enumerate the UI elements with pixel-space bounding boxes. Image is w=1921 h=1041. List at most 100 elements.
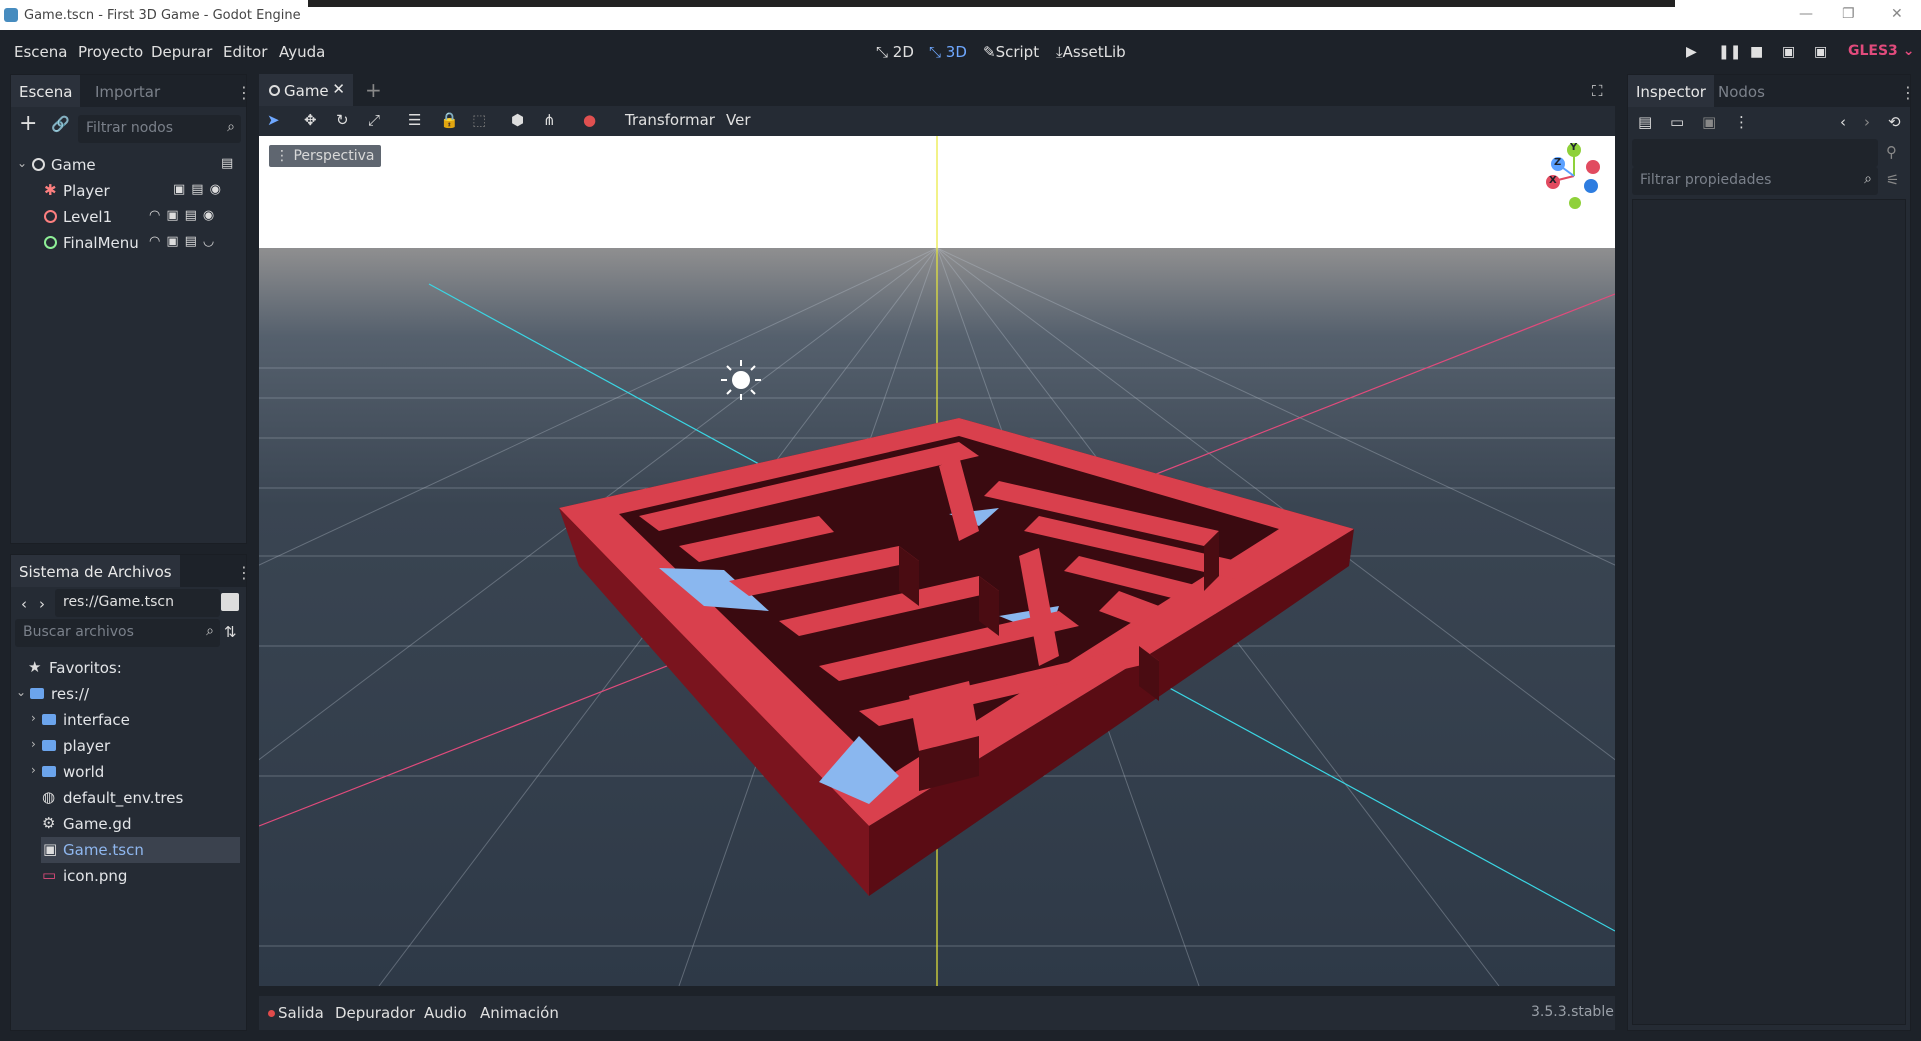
new-resource-icon[interactable]: ▤ (1638, 113, 1652, 131)
workspace-3d[interactable]: ⤡ 3D (929, 43, 967, 61)
tab-animacion[interactable]: Animación (480, 1004, 559, 1022)
fs-game-gd[interactable]: ⚙ Game.gd (11, 811, 246, 837)
tab-filesystem[interactable]: Sistema de Archivos (11, 555, 180, 587)
play-scene-icon[interactable]: ▣ (1782, 44, 1795, 60)
select-tool-icon[interactable]: ➤ (267, 111, 280, 129)
forward-icon[interactable]: › (39, 595, 45, 613)
bottom-panel-bar: Salida Depurador Audio Animación 3.5.3.s… (259, 996, 1615, 1030)
snap-icon[interactable]: ⋔ (543, 111, 556, 129)
fs-icon-png[interactable]: ▭ icon.png (11, 863, 246, 889)
distraction-free-icon[interactable]: ⛶ (1592, 82, 1603, 100)
object-properties-icon[interactable]: ⚲ (1886, 143, 1897, 161)
tab-importar[interactable]: Importar (87, 75, 168, 107)
tab-audio[interactable]: Audio (424, 1004, 467, 1022)
tab-depurador[interactable]: Depurador (335, 1004, 415, 1022)
inspector-body (1632, 199, 1906, 1025)
tree-row-level1[interactable]: Level1 ◠▣▤◉ (11, 204, 246, 230)
sort-icon[interactable]: ⇅ (224, 623, 237, 641)
dock-menu-icon[interactable]: ⋮ (236, 83, 252, 102)
menu-escena[interactable]: Escena (14, 43, 67, 61)
search-icon: ⌕ (1864, 171, 1872, 187)
scale-tool-icon[interactable]: ⤢ (368, 111, 380, 129)
view-menu[interactable]: Ver (726, 111, 751, 129)
close-button[interactable]: ✕ (1891, 6, 1903, 22)
menu-depurar[interactable]: Depurar (151, 43, 212, 61)
workspace-2d[interactable]: ⤡ 2D (876, 43, 914, 61)
dock-menu-icon[interactable]: ⋮ (1900, 83, 1916, 102)
history-icon[interactable]: ⟲ (1888, 113, 1901, 131)
fs-world[interactable]: › world (11, 759, 246, 785)
dock-menu-icon[interactable]: ⋮ (236, 563, 252, 582)
tab-game[interactable]: Game ✕ (259, 74, 353, 106)
search-files-placeholder: Buscar archivos (23, 624, 134, 640)
tree-row-game[interactable]: ⌄ Game ▤ (11, 152, 246, 178)
back-icon[interactable]: ‹ (21, 595, 27, 613)
chevron-down-icon[interactable]: ⌄ (16, 685, 26, 699)
fs-game-tscn[interactable]: ▣ Game.tscn (41, 837, 240, 863)
fs-default-env[interactable]: ◍ default_env.tres (11, 785, 246, 811)
row-actions[interactable]: ◠▣▤◡ (149, 234, 220, 249)
local-space-icon[interactable]: ⬢ (511, 111, 524, 129)
filter-nodes-input[interactable]: Filtrar nodos ⌕ (78, 115, 241, 143)
viewport-toolbar: ➤ ✥ ↻ ⤢ ☰ 🔒 ⬚ ⬢ ⋔ ● Transformar Ver (259, 106, 1615, 136)
script-icon[interactable]: ▤ (221, 156, 239, 171)
instance-link-icon[interactable]: 🔗 (51, 115, 70, 133)
tree-row-player[interactable]: ✱ Player ▣▤◉ (11, 178, 246, 204)
object-selector[interactable] (1632, 139, 1878, 167)
perspective-menu[interactable]: ⋮ Perspectiva (269, 145, 381, 167)
maximize-button[interactable]: ❐ (1842, 6, 1855, 22)
fs-interface[interactable]: › interface (11, 707, 246, 733)
stop-icon[interactable]: ■ (1750, 44, 1763, 60)
window-titlebar: Game.tscn - First 3D Game - Godot Engine… (0, 0, 1921, 30)
camera-icon[interactable]: ● (583, 111, 596, 129)
orientation-gizmo[interactable]: Y Z X (1539, 141, 1609, 211)
tab-inspector[interactable]: Inspector (1628, 75, 1714, 107)
menu-ayuda[interactable]: Ayuda (279, 43, 325, 61)
light-gizmo (721, 360, 761, 400)
chevron-down-icon[interactable]: ⌄ (17, 156, 27, 170)
tab-escena[interactable]: Escena (11, 75, 81, 107)
play-custom-scene-icon[interactable]: ▣ (1814, 44, 1827, 60)
pause-icon[interactable]: ❚❚ (1718, 44, 1741, 60)
tab-nodos[interactable]: Nodos (1710, 75, 1773, 107)
tree-row-finalmenu[interactable]: FinalMenu ◠▣▤◡ (11, 230, 246, 256)
renderer-selector[interactable]: GLES3 ⌄ (1848, 43, 1914, 59)
chevron-right-icon[interactable]: › (31, 711, 36, 725)
fs-label: default_env.tres (63, 789, 184, 807)
filter-properties-input[interactable]: Filtrar propiedades ⌕ (1632, 167, 1878, 195)
list-select-icon[interactable]: ☰ (408, 111, 421, 129)
chevron-right-icon[interactable]: › (31, 763, 36, 777)
close-icon[interactable]: ✕ (332, 80, 345, 98)
tune-icon[interactable]: ⚟ (1886, 171, 1899, 189)
fs-player[interactable]: › player (11, 733, 246, 759)
group-icon[interactable]: ⬚ (472, 111, 486, 129)
row-actions[interactable]: ▣▤◉ (173, 182, 227, 197)
kebab-icon[interactable]: ⋮ (1734, 113, 1749, 131)
play-icon[interactable]: ▶ (1686, 44, 1697, 60)
open-folder-icon[interactable]: ▭ (1670, 113, 1684, 131)
tab-salida[interactable]: Salida (278, 1004, 324, 1022)
minimize-button[interactable]: — (1799, 6, 1813, 22)
fs-favorites[interactable]: ★ Favoritos: (11, 655, 246, 681)
search-icon: ⌕ (227, 119, 235, 135)
add-node-icon[interactable]: + (19, 111, 37, 136)
fs-res[interactable]: ⌄ res:// (11, 681, 246, 707)
path-field[interactable]: res://Game.tscn (55, 589, 220, 617)
add-tab-icon[interactable]: + (365, 78, 382, 102)
menu-proyecto[interactable]: Proyecto (78, 43, 143, 61)
save-icon[interactable]: ▣ (1702, 113, 1716, 131)
search-files-input[interactable]: Buscar archivos ⌕ (15, 619, 220, 647)
3d-viewport[interactable]: ⋮ Perspectiva Y Z X (259, 136, 1615, 986)
row-actions[interactable]: ◠▣▤◉ (149, 208, 220, 223)
transform-menu[interactable]: Transformar (625, 111, 715, 129)
split-mode-icon[interactable] (221, 593, 239, 611)
rotate-tool-icon[interactable]: ↻ (336, 111, 349, 129)
workspace-script[interactable]: ✎Script (983, 43, 1039, 61)
menu-editor[interactable]: Editor (223, 43, 267, 61)
forward-icon[interactable]: › (1864, 113, 1870, 131)
lock-icon[interactable]: 🔒 (440, 111, 459, 129)
chevron-right-icon[interactable]: › (31, 737, 36, 751)
workspace-assetlib[interactable]: ⤓AssetLib (1056, 43, 1126, 61)
back-icon[interactable]: ‹ (1840, 113, 1846, 131)
move-tool-icon[interactable]: ✥ (304, 111, 317, 129)
